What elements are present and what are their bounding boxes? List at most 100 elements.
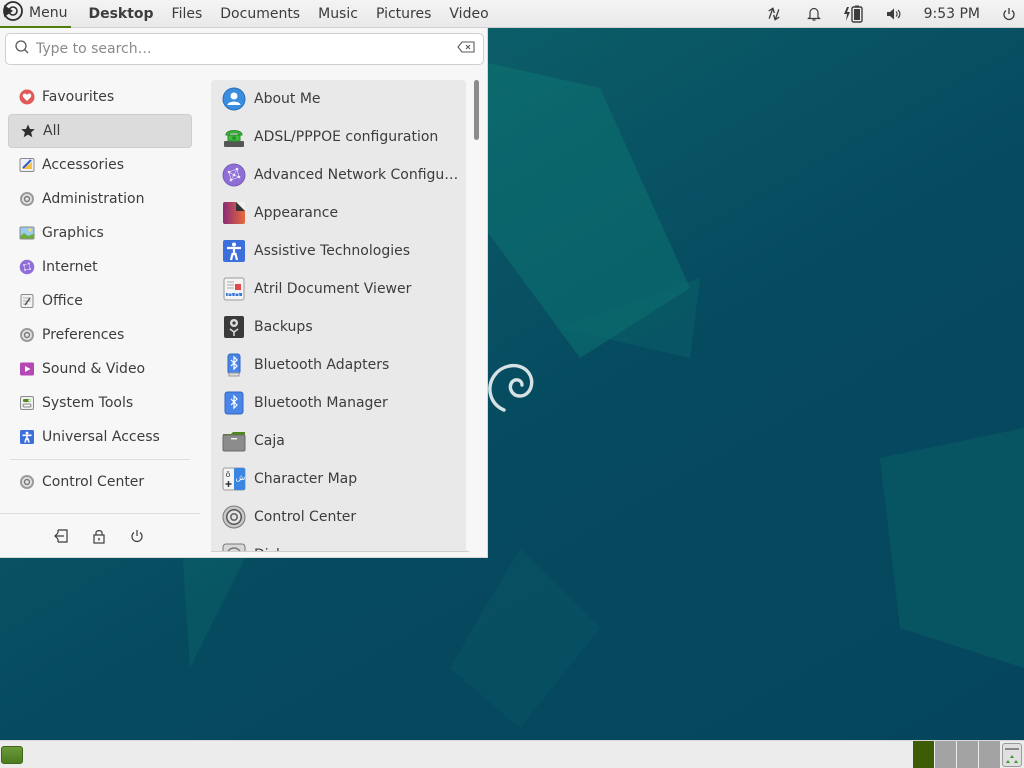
control-center-icon	[222, 505, 246, 529]
appearance-icon	[222, 201, 246, 225]
application-menu: Favourites All Accessories Administratio…	[0, 28, 488, 558]
adsl-phone-icon	[222, 125, 246, 149]
category-label: Favourites	[42, 89, 115, 105]
places-desktop[interactable]: Desktop	[79, 6, 162, 22]
workspace-4[interactable]	[979, 741, 1000, 768]
app-character-map[interactable]: öش Character Map	[211, 460, 466, 498]
document-viewer-icon	[222, 277, 246, 301]
system-tray: 9:53 PM	[754, 0, 1024, 28]
control-center-icon	[19, 474, 35, 490]
app-label: ADSL/PPPOE configuration	[254, 129, 439, 145]
category-system-tools[interactable]: System Tools	[8, 386, 192, 420]
bluetooth-manager-icon	[222, 391, 246, 415]
app-bluetooth-manager[interactable]: Bluetooth Manager	[211, 384, 466, 422]
category-administration[interactable]: Administration	[8, 182, 192, 216]
app-bluetooth-adapters[interactable]: Bluetooth Adapters	[211, 346, 466, 384]
lock-icon[interactable]	[80, 524, 118, 548]
places-documents[interactable]: Documents	[211, 6, 309, 22]
logout-icon[interactable]	[42, 524, 80, 548]
backups-icon	[222, 315, 246, 339]
menu-logo-icon	[2, 0, 24, 26]
category-sound-video[interactable]: Sound & Video	[8, 352, 192, 386]
category-universal-access[interactable]: Universal Access	[8, 420, 192, 454]
scrollbar-thumb[interactable]	[474, 80, 479, 140]
sound-video-icon	[19, 361, 35, 377]
menu-label: Menu	[29, 4, 68, 21]
search-box	[5, 33, 484, 65]
clock[interactable]: 9:53 PM	[914, 6, 994, 22]
bluetooth-adapters-icon	[222, 353, 246, 377]
trash-icon[interactable]	[1002, 743, 1022, 767]
assistive-technologies-icon	[222, 239, 246, 263]
app-label: Advanced Network Configu…	[254, 167, 459, 183]
category-label: Preferences	[42, 327, 125, 343]
show-desktop-icon[interactable]	[1, 746, 23, 764]
workspace-3[interactable]	[957, 741, 978, 768]
notification-bell-icon[interactable]	[794, 0, 834, 28]
star-icon	[20, 123, 36, 139]
session-separator	[0, 513, 200, 514]
app-about-me[interactable]: About Me	[211, 80, 466, 118]
category-label: Accessories	[42, 157, 125, 173]
category-graphics[interactable]: Graphics	[8, 216, 192, 250]
app-appearance[interactable]: Appearance	[211, 194, 466, 232]
session-buttons	[42, 524, 156, 548]
internet-icon	[19, 259, 35, 275]
category-label: Internet	[42, 259, 98, 275]
network-transfer-icon[interactable]	[754, 0, 794, 28]
office-icon	[19, 293, 35, 309]
app-label: About Me	[254, 91, 321, 107]
category-label: All	[43, 123, 61, 139]
volume-icon[interactable]	[874, 0, 914, 28]
category-office[interactable]: Office	[8, 284, 192, 318]
category-preferences[interactable]: Preferences	[8, 318, 192, 352]
power-icon[interactable]	[994, 0, 1024, 28]
app-assistive-technologies[interactable]: Assistive Technologies	[211, 232, 466, 270]
app-atril-document-viewer[interactable]: Atril Document Viewer	[211, 270, 466, 308]
places-video[interactable]: Video	[440, 6, 497, 22]
places-files[interactable]: Files	[163, 6, 212, 22]
shutdown-icon[interactable]	[118, 524, 156, 548]
folder-icon	[222, 429, 246, 453]
top-panel: Menu Desktop Files Documents Music Pictu…	[0, 0, 1024, 28]
administration-icon	[19, 191, 35, 207]
app-list-scrollbar[interactable]	[474, 80, 480, 552]
category-label: Administration	[42, 191, 145, 207]
app-disks[interactable]: Disks	[211, 536, 466, 552]
app-caja[interactable]: Caja	[211, 422, 466, 460]
svg-text:ش: ش	[236, 473, 246, 482]
places-music[interactable]: Music	[309, 6, 367, 22]
category-favourites[interactable]: Favourites	[8, 80, 192, 114]
clear-search-icon[interactable]	[457, 41, 475, 57]
accessories-icon	[19, 157, 35, 173]
search-input[interactable]	[36, 41, 457, 57]
app-label: Bluetooth Adapters	[254, 357, 390, 373]
workspace-2[interactable]	[935, 741, 956, 768]
app-backups[interactable]: Backups	[211, 308, 466, 346]
category-label: Graphics	[42, 225, 104, 241]
app-label: Atril Document Viewer	[254, 281, 412, 297]
svg-text:ö: ö	[226, 470, 231, 479]
network-globe-icon	[222, 163, 246, 187]
control-center-button[interactable]: Control Center	[8, 465, 192, 499]
app-label: Caja	[254, 433, 285, 449]
app-adsl-pppoe-configuration[interactable]: ADSL/PPPOE configuration	[211, 118, 466, 156]
apps-list-border	[211, 551, 469, 552]
category-all[interactable]: All	[8, 114, 192, 148]
heart-icon	[19, 89, 35, 105]
category-label: Universal Access	[42, 429, 160, 445]
category-internet[interactable]: Internet	[8, 250, 192, 284]
workspace-1[interactable]	[913, 741, 934, 768]
category-accessories[interactable]: Accessories	[8, 148, 192, 182]
places-pictures[interactable]: Pictures	[367, 6, 440, 22]
app-advanced-network-configuration[interactable]: Advanced Network Configu…	[211, 156, 466, 194]
app-label: Assistive Technologies	[254, 243, 411, 259]
application-list: About Me ADSL/PPPOE configuration Advanc…	[211, 80, 466, 552]
search-icon	[14, 39, 30, 59]
workspace-switcher	[913, 741, 1001, 768]
battery-charging-icon[interactable]	[834, 0, 874, 28]
app-label: Bluetooth Manager	[254, 395, 388, 411]
category-list: Favourites All Accessories Administratio…	[8, 80, 192, 499]
app-control-center[interactable]: Control Center	[211, 498, 466, 536]
menu-button[interactable]: Menu	[0, 0, 72, 28]
